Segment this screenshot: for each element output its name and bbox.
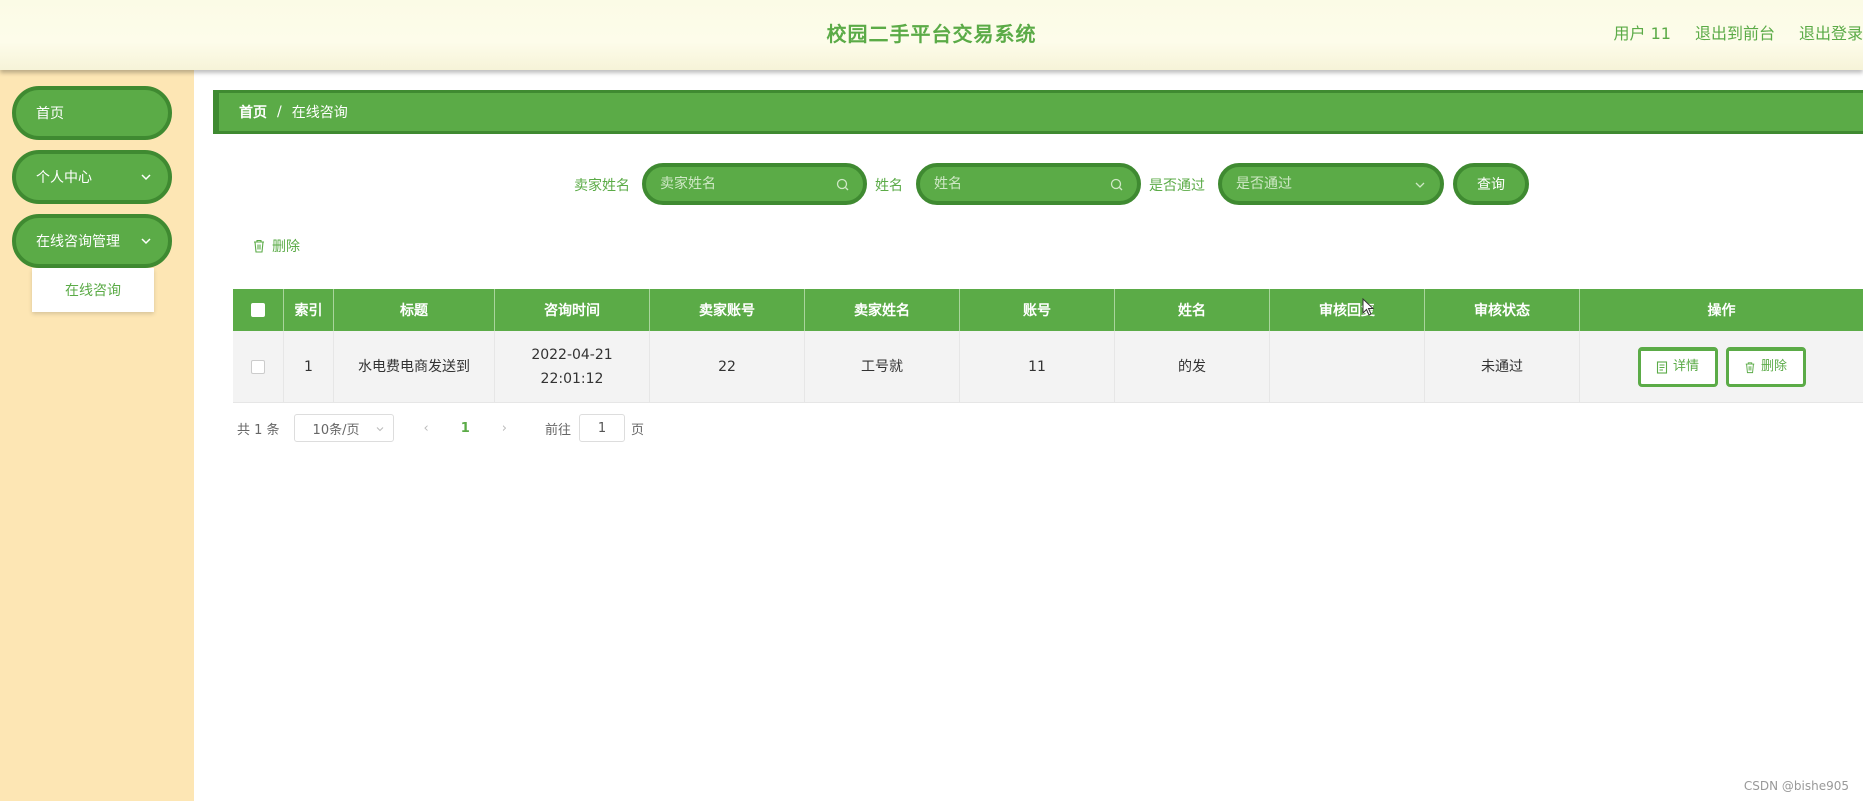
sidebar-item-home[interactable]: 首页 [12, 86, 172, 140]
row-delete-button[interactable]: 删除 [1725, 346, 1806, 387]
name-label: 姓名 [875, 178, 903, 194]
next-page-icon[interactable]: › [502, 421, 507, 436]
cell-reply [1270, 331, 1425, 402]
header-index: 索引 [284, 289, 334, 331]
batch-delete-label: 删除 [272, 239, 300, 255]
user-name[interactable]: 用户 11 [1614, 20, 1671, 44]
cell-actions: 详情 删除 [1580, 331, 1863, 402]
search-icon [836, 178, 849, 191]
submenu-item-online-consult[interactable]: 在线咨询 [32, 268, 154, 312]
breadcrumb-separator: / [277, 104, 282, 120]
seller-name-search[interactable] [642, 163, 867, 205]
pagination: 共 1 条 10条/页 ‹ 1 › 前往 页 [237, 414, 644, 442]
cell-title: 水电费电商发送到 [334, 331, 495, 402]
detail-label: 详情 [1672, 359, 1699, 374]
top-header: 校园二手平台交易系统 用户 11 退出到前台 退出登录 [0, 0, 1863, 70]
consult-table: 索引 标题 咨询时间 卖家账号 卖家姓名 账号 姓名 审核回复 审核状态 操作 … [233, 289, 1863, 403]
row-select[interactable] [233, 331, 284, 402]
seller-name-input[interactable] [660, 176, 830, 192]
user-area: 用户 11 退出到前台 退出登录 [1614, 20, 1863, 44]
trash-icon [1745, 361, 1755, 373]
sidebar-item-consult-management[interactable]: 在线咨询管理 [12, 214, 172, 268]
sidebar: 首页 个人中心 在线咨询管理 [0, 70, 194, 801]
name-input[interactable] [934, 176, 1104, 192]
table-header: 索引 标题 咨询时间 卖家账号 卖家姓名 账号 姓名 审核回复 审核状态 操作 [233, 289, 1863, 331]
total-count: 共 1 条 [237, 422, 280, 438]
passed-select-input[interactable] [1236, 176, 1406, 192]
page-size-select[interactable]: 10条/页 [293, 414, 394, 442]
watermark: CSDN @bishe905 [1743, 779, 1849, 793]
page-suffix: 页 [631, 422, 645, 438]
cell-time: 2022-04-21 22:01:12 [495, 331, 650, 402]
sidebar-item-label: 首页 [36, 106, 64, 122]
trash-icon [254, 239, 264, 253]
cell-seller-account: 22 [650, 331, 805, 402]
sidebar-item-label: 在线咨询管理 [36, 234, 120, 250]
back-to-front-link[interactable]: 退出到前台 [1695, 20, 1775, 44]
query-button[interactable]: 查询 [1453, 163, 1529, 205]
sidebar-item-personal-center[interactable]: 个人中心 [12, 150, 172, 204]
passed-label: 是否通过 [1149, 178, 1205, 194]
header-reply: 审核回复 [1270, 289, 1425, 331]
header-select-all[interactable] [233, 289, 284, 331]
chevron-down-icon [376, 427, 383, 432]
cell-name: 的发 [1115, 331, 1270, 402]
batch-delete-button[interactable]: 删除 [252, 236, 300, 256]
select-all-checkbox[interactable] [251, 303, 265, 317]
breadcrumb-home[interactable]: 首页 [239, 102, 267, 122]
mouse-cursor-icon [1362, 298, 1375, 316]
search-icon [1110, 178, 1123, 191]
row-delete-label: 删除 [1760, 359, 1787, 374]
header-time: 咨询时间 [495, 289, 650, 331]
app-title: 校园二手平台交易系统 [826, 22, 1037, 46]
seller-name-label: 卖家姓名 [574, 178, 630, 194]
prev-page-icon[interactable]: ‹ [424, 421, 429, 436]
header-account: 账号 [960, 289, 1115, 331]
row-checkbox[interactable] [251, 359, 265, 374]
header-actions: 操作 [1707, 303, 1736, 319]
current-page[interactable]: 1 [461, 421, 470, 436]
goto-label: 前往 [545, 422, 572, 438]
cell-account: 11 [960, 331, 1115, 402]
logout-link[interactable]: 退出登录 [1799, 20, 1863, 44]
page-size-value: 10条/页 [312, 422, 360, 438]
header-name: 姓名 [1115, 289, 1270, 331]
passed-select[interactable] [1218, 163, 1444, 205]
detail-button[interactable]: 详情 [1637, 346, 1718, 387]
cell-status: 未通过 [1425, 331, 1580, 402]
breadcrumb: 首页 / 在线咨询 [213, 90, 1863, 134]
goto-page-input[interactable] [579, 414, 626, 442]
cell-index: 1 [284, 331, 334, 402]
chevron-down-icon [141, 174, 151, 181]
chevron-down-icon [141, 238, 151, 245]
chevron-down-icon [1415, 182, 1425, 188]
sidebar-item-label: 个人中心 [36, 170, 92, 186]
header-seller-account: 卖家账号 [650, 289, 805, 331]
name-search[interactable] [916, 163, 1141, 205]
header-seller-name: 卖家姓名 [805, 289, 960, 331]
header-status: 审核状态 [1425, 289, 1580, 331]
document-icon [1656, 360, 1668, 374]
cell-seller-name: 工号就 [805, 331, 960, 402]
header-title: 标题 [334, 289, 495, 331]
breadcrumb-current: 在线咨询 [291, 105, 348, 121]
table-row: 1 水电费电商发送到 2022-04-21 22:01:12 22 工号就 11… [233, 331, 1863, 403]
